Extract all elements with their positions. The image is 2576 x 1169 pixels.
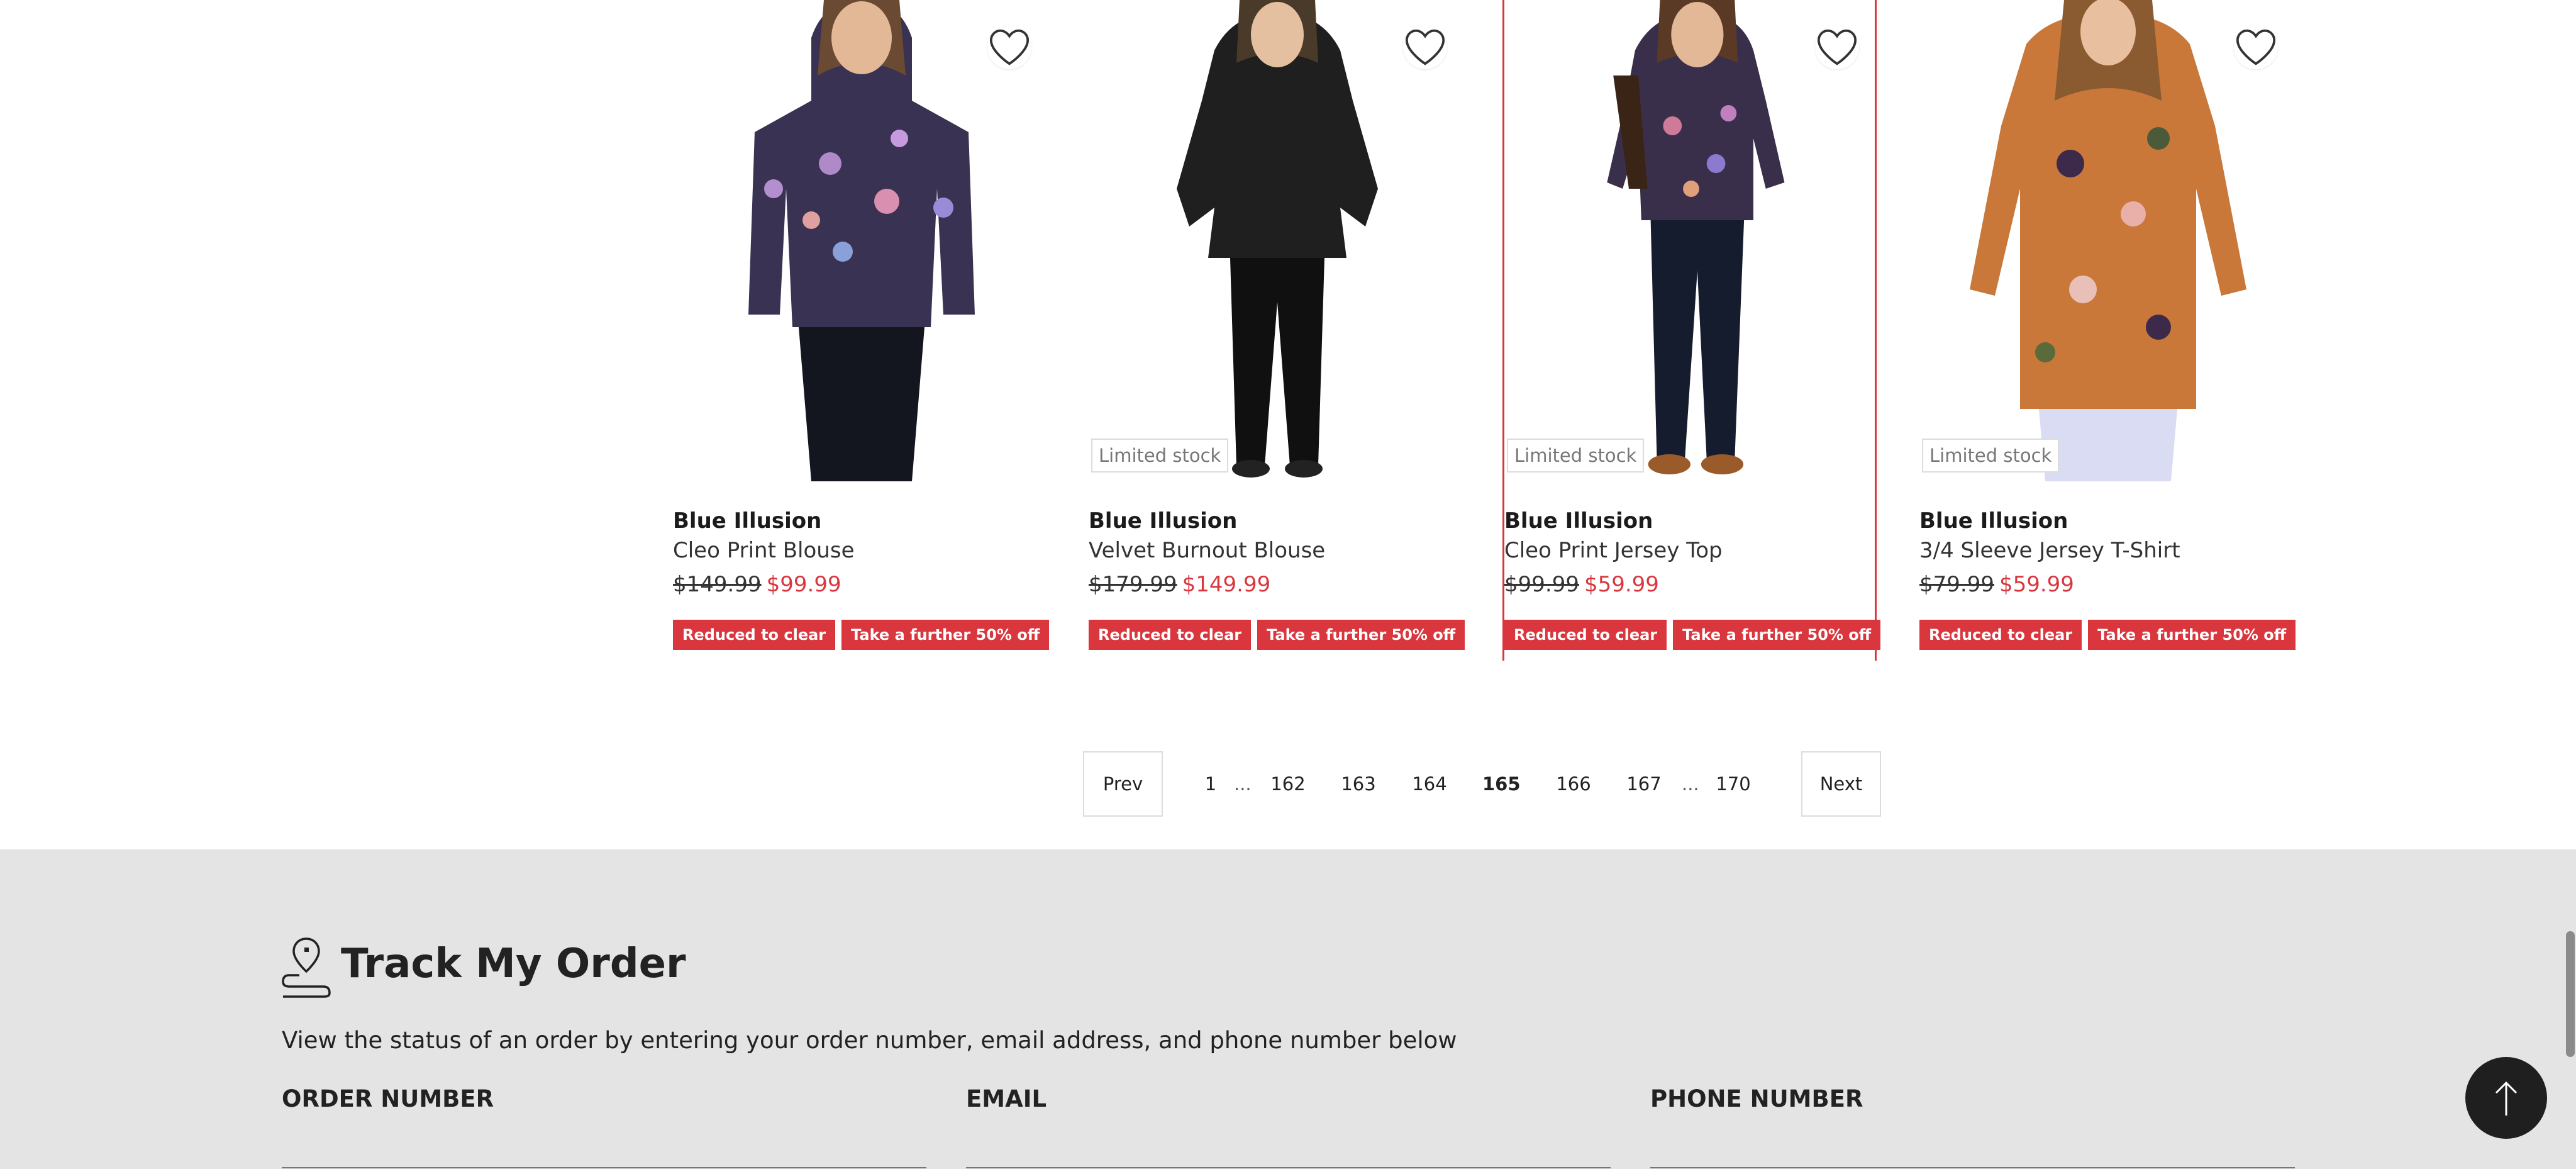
wishlist-button[interactable] [1403, 25, 1447, 69]
pagination-ellipsis: ... [1234, 773, 1252, 795]
product-price: $79.99 $59.99 [1919, 572, 2074, 597]
product-card[interactable]: Blue Illusion Cleo Print Blouse $149.99 $… [673, 0, 1050, 661]
product-price: $149.99 $99.99 [673, 572, 841, 597]
product-name[interactable]: Cleo Print Blouse [673, 538, 855, 563]
next-page-button[interactable]: Next [1801, 751, 1881, 817]
promo-tags: Reduced to clear Take a further 50% off [673, 620, 1050, 650]
phone-number-field: PHONE NUMBER [1650, 1085, 2295, 1169]
promo-tags: Reduced to clear Take a further 50% off [1089, 620, 1465, 650]
order-number-input[interactable] [282, 1133, 926, 1168]
promo-tag-further-off: Take a further 50% off [2088, 620, 2296, 650]
page-1-link[interactable]: 1 [1198, 751, 1223, 817]
track-order-description: View the status of an order by entering … [282, 1027, 1457, 1054]
phone-number-input[interactable] [1650, 1133, 2295, 1168]
sale-price: $59.99 [1999, 572, 2074, 597]
heart-icon [1405, 29, 1445, 65]
page-163-link[interactable]: 163 [1340, 751, 1377, 817]
promo-tag-further-off: Take a further 50% off [1257, 620, 1465, 650]
wishlist-button[interactable] [2234, 25, 2278, 69]
page-162-link[interactable]: 162 [1269, 751, 1307, 817]
track-order-section: Track My Order View the status of an ord… [0, 849, 2576, 1169]
arrow-up-icon [2495, 1081, 2518, 1116]
product-grid: Blue Illusion Cleo Print Blouse $149.99 $… [0, 0, 2576, 849]
was-price: $99.99 [1504, 572, 1579, 597]
product-image[interactable]: Limited stock [1919, 0, 2294, 481]
page-164-link[interactable]: 164 [1411, 751, 1448, 817]
page-167-link[interactable]: 167 [1625, 751, 1663, 817]
product-name[interactable]: Velvet Burnout Blouse [1089, 538, 1325, 563]
was-price: $149.99 [673, 572, 762, 597]
phone-number-label: PHONE NUMBER [1650, 1085, 1863, 1112]
location-pin-icon [282, 937, 331, 998]
product-brand: Blue Illusion [1919, 508, 2068, 534]
limited-stock-badge: Limited stock [1091, 439, 1229, 473]
promo-tag-further-off: Take a further 50% off [841, 620, 1050, 650]
product-image[interactable] [673, 0, 1047, 481]
pagination: Prev 1 ... 162 163 164 165 166 167 ... 1… [0, 751, 2576, 817]
limited-stock-badge: Limited stock [1507, 439, 1645, 473]
page-166-link[interactable]: 166 [1555, 751, 1592, 817]
track-order-title: Track My Order [341, 941, 686, 987]
product-brand: Blue Illusion [1504, 508, 1653, 534]
product-price: $179.99 $149.99 [1089, 572, 1270, 597]
email-input[interactable] [966, 1133, 1611, 1168]
was-price: $179.99 [1089, 572, 1177, 597]
order-number-field: ORDER NUMBER [282, 1085, 926, 1169]
email-field: EMAIL [966, 1085, 1611, 1169]
sale-price: $59.99 [1584, 572, 1659, 597]
prev-page-button[interactable]: Prev [1083, 751, 1163, 817]
product-image[interactable]: Limited stock [1089, 0, 1463, 481]
promo-tag-reduced: Reduced to clear [1089, 620, 1252, 650]
sale-price: $149.99 [1182, 572, 1271, 597]
wishlist-button[interactable] [1815, 25, 1859, 69]
promo-tags: Reduced to clear Take a further 50% off [1919, 620, 2296, 650]
product-name[interactable]: 3/4 Sleeve Jersey T-Shirt [1919, 538, 2180, 563]
promo-tag-further-off: Take a further 50% off [1673, 620, 1881, 650]
back-to-top-button[interactable] [2465, 1057, 2547, 1139]
heart-icon [989, 29, 1030, 65]
heart-icon [1817, 29, 1857, 65]
limited-stock-badge: Limited stock [1922, 439, 2060, 473]
promo-tag-reduced: Reduced to clear [673, 620, 836, 650]
promo-tags: Reduced to clear Take a further 50% off [1504, 620, 1881, 650]
product-name[interactable]: Cleo Print Jersey Top [1504, 538, 1723, 563]
promo-tag-reduced: Reduced to clear [1504, 620, 1667, 650]
was-price: $79.99 [1919, 572, 1994, 597]
email-label: EMAIL [966, 1085, 1047, 1112]
product-brand: Blue Illusion [673, 508, 822, 534]
page-170-link[interactable]: 170 [1714, 751, 1752, 817]
product-brand: Blue Illusion [1089, 508, 1238, 534]
page-scrollbar[interactable] [2566, 931, 2575, 1057]
heart-icon [2236, 29, 2276, 65]
product-price: $99.99 $59.99 [1504, 572, 1659, 597]
pagination-ellipsis: ... [1682, 773, 1699, 795]
product-card[interactable]: Limited stock Blue Illusion Cleo Print J… [1502, 0, 1881, 661]
promo-tag-reduced: Reduced to clear [1919, 620, 2082, 650]
product-image[interactable]: Limited stock [1504, 0, 1875, 481]
product-card[interactable]: Limited stock Blue Illusion Velvet Burno… [1089, 0, 1465, 661]
sale-price: $99.99 [766, 572, 841, 597]
product-card[interactable]: Limited stock Blue Illusion 3/4 Sleeve J… [1919, 0, 2296, 661]
wishlist-button[interactable] [987, 25, 1031, 69]
order-number-label: ORDER NUMBER [282, 1085, 494, 1112]
page-165-current[interactable]: 165 [1482, 751, 1521, 817]
